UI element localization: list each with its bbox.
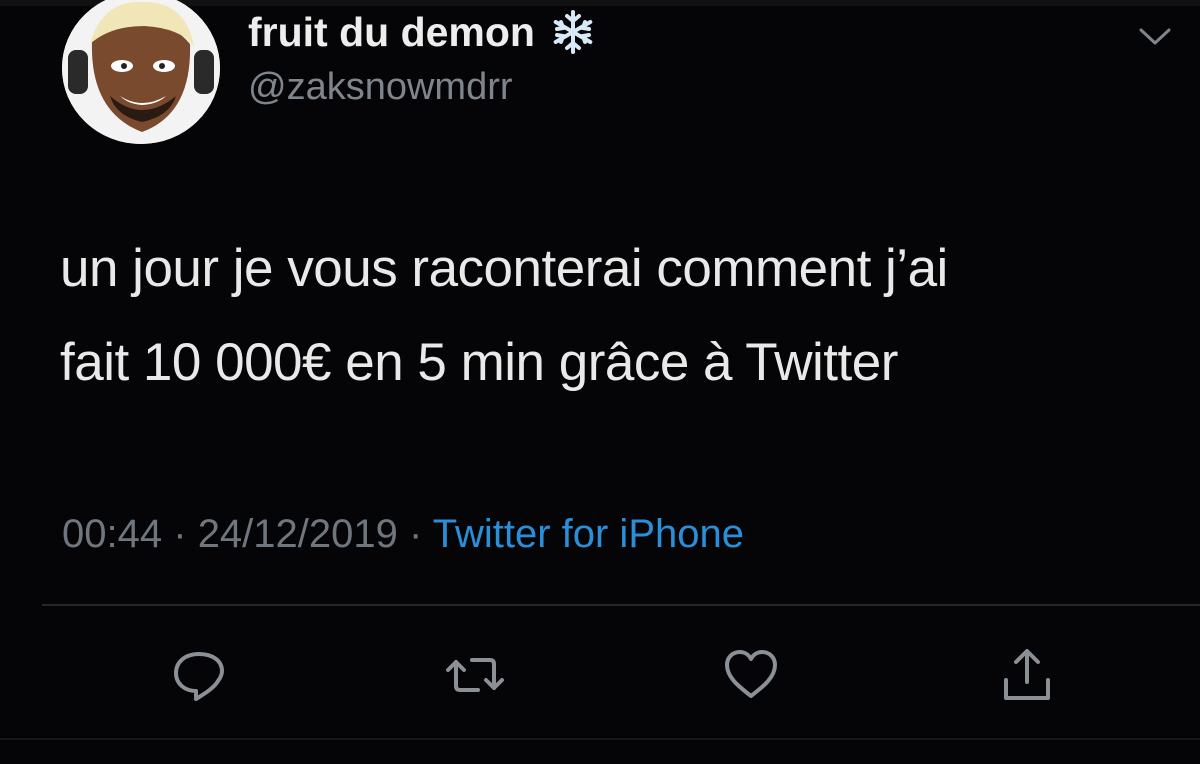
share-button[interactable] (992, 640, 1062, 710)
avatar[interactable] (62, 0, 220, 144)
tweet-card: fruit du demon @zaksnowmdrr un jour je v… (0, 0, 1200, 764)
tweet-meta: 00:44 · 24/12/2019 · Twitter for iPhone (62, 512, 744, 557)
meta-separator: · (409, 512, 423, 556)
reply-icon (168, 644, 230, 706)
tweet-date: 24/12/2019 (197, 512, 398, 556)
chevron-down-icon[interactable] (1138, 26, 1172, 48)
avatar-image (62, 0, 220, 144)
snowflake-icon (549, 8, 597, 56)
tweet-time: 00:44 (62, 512, 163, 556)
display-name-text: fruit du demon (248, 8, 535, 55)
retweet-icon (444, 644, 506, 706)
share-icon (996, 644, 1058, 706)
meta-separator: · (173, 512, 187, 556)
action-bar (0, 640, 1200, 720)
user-handle[interactable]: @zaksnowmdrr (248, 66, 513, 109)
display-name[interactable]: fruit du demon (248, 8, 597, 56)
like-button[interactable] (716, 640, 786, 710)
heart-icon (720, 644, 782, 706)
reply-button[interactable] (164, 640, 234, 710)
divider (42, 604, 1200, 606)
tweet-source-link[interactable]: Twitter for iPhone (433, 512, 744, 556)
tweet-text: un jour je vous raconterai comment j’ai … (60, 239, 948, 392)
bottom-divider (0, 738, 1200, 740)
retweet-button[interactable] (440, 640, 510, 710)
